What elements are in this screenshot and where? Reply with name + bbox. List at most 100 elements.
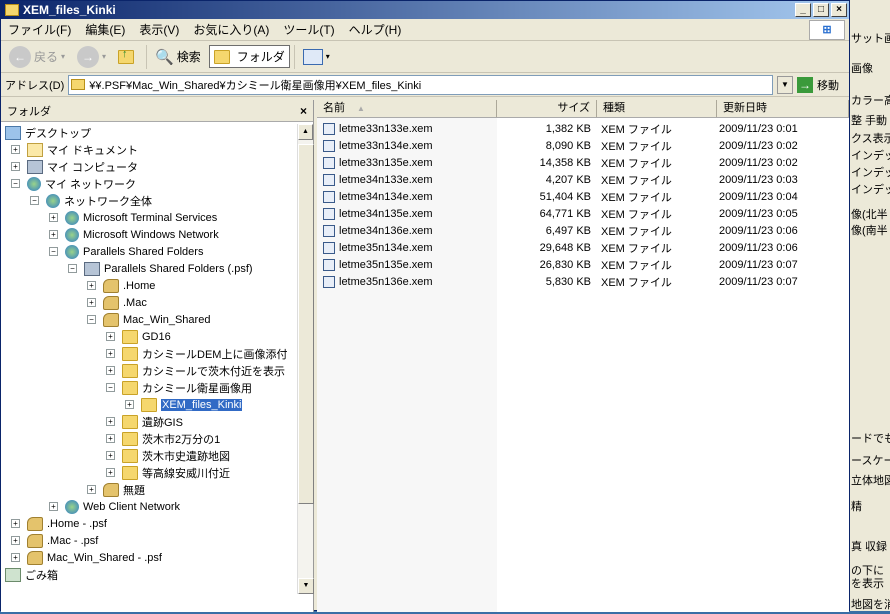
- menu-help[interactable]: ヘルプ(H): [342, 21, 409, 38]
- go-button[interactable]: → 移動: [797, 76, 845, 93]
- tree-item[interactable]: + マイ ドキュメント: [11, 141, 138, 158]
- folder-pane-title: フォルダ: [7, 105, 51, 118]
- globe-icon: [65, 499, 79, 514]
- tree-item[interactable]: + .Home - .psf: [11, 515, 107, 532]
- collapse-icon[interactable]: −: [87, 315, 96, 324]
- collapse-icon[interactable]: −: [106, 383, 115, 392]
- expand-icon[interactable]: +: [106, 468, 115, 477]
- tree-item[interactable]: + 茨木市史遺跡地図: [106, 447, 230, 464]
- computer-icon: [84, 261, 100, 276]
- expand-icon[interactable]: +: [11, 553, 20, 562]
- tree-item[interactable]: + カシミールDEM上に画像添付: [106, 345, 287, 362]
- tree-item[interactable]: + Web Client Network: [49, 498, 180, 515]
- up-folder-button[interactable]: ↑: [114, 48, 142, 66]
- expand-icon[interactable]: +: [87, 281, 96, 290]
- menu-edit[interactable]: 編集(E): [78, 21, 132, 38]
- file-row[interactable]: letme33n134e.xem 8,090 KB XEM ファイル 2009/11/…: [317, 137, 849, 154]
- expand-icon[interactable]: +: [49, 213, 58, 222]
- tree-item[interactable]: + 遺跡GIS: [106, 413, 183, 430]
- tree-item[interactable]: + .Mac - .psf: [11, 532, 98, 549]
- forward-button[interactable]: → ▾: [73, 44, 110, 70]
- expand-icon[interactable]: +: [106, 366, 115, 375]
- expand-icon[interactable]: +: [106, 332, 115, 341]
- collapse-icon[interactable]: −: [11, 179, 20, 188]
- tree-item[interactable]: − カシミール衛星画像用: [106, 379, 252, 396]
- column-name[interactable]: 名前 ▲: [317, 100, 497, 117]
- tree-item[interactable]: + Mac_Win_Shared - .psf: [11, 549, 162, 566]
- tree-item[interactable]: ごみ箱: [5, 566, 58, 583]
- menu-file[interactable]: ファイル(F): [1, 21, 78, 38]
- collapse-icon[interactable]: −: [30, 196, 39, 205]
- title-bar[interactable]: XEM_files_Kinki _ □ ×: [1, 1, 849, 19]
- folder-icon: [122, 329, 138, 344]
- menu-favorites[interactable]: お気に入り(A): [186, 21, 276, 38]
- maximize-button[interactable]: □: [813, 3, 829, 17]
- tree-item[interactable]: + XEM_files_Kinki: [125, 396, 244, 413]
- tree-item-label: .Home - .psf: [47, 517, 107, 530]
- tree-item[interactable]: + 茨木市2万分の1: [106, 430, 220, 447]
- expand-icon[interactable]: +: [106, 417, 115, 426]
- back-button[interactable]: ← 戻る ▾: [5, 44, 69, 70]
- tree-item[interactable]: − Parallels Shared Folders: [49, 243, 203, 260]
- tree-item[interactable]: デスクトップ: [5, 124, 91, 141]
- close-pane-button[interactable]: ×: [300, 104, 307, 118]
- tree-item[interactable]: − マイ ネットワーク: [11, 175, 136, 192]
- tree-item[interactable]: + マイ コンピュータ: [11, 158, 138, 175]
- expand-icon[interactable]: +: [87, 298, 96, 307]
- tree-item[interactable]: + カシミールで茨木付近を表示: [106, 362, 285, 379]
- tree-item[interactable]: + Microsoft Windows Network: [49, 226, 219, 243]
- tree-item[interactable]: + .Home: [87, 277, 155, 294]
- expand-icon[interactable]: +: [11, 519, 20, 528]
- collapse-icon[interactable]: −: [68, 264, 77, 273]
- address-path: ¥¥.PSF¥Mac_Win_Shared¥カシミール衛星画像用¥XEM_fil…: [89, 79, 422, 92]
- file-row[interactable]: letme34n135e.xem 64,771 KB XEM ファイル 2009/11…: [317, 205, 849, 222]
- search-button[interactable]: 🔍 検索: [151, 46, 205, 68]
- expand-icon[interactable]: +: [11, 536, 20, 545]
- file-date: 2009/11/23 0:03: [719, 173, 798, 186]
- expand-icon[interactable]: +: [106, 349, 115, 358]
- tree-item[interactable]: + GD16: [106, 328, 171, 345]
- expand-icon[interactable]: +: [106, 434, 115, 443]
- folders-button[interactable]: フォルダ: [208, 45, 290, 68]
- expand-icon[interactable]: +: [49, 230, 58, 239]
- close-button[interactable]: ×: [831, 3, 847, 17]
- minimize-button[interactable]: _: [795, 3, 811, 17]
- file-row[interactable]: letme35n134e.xem 29,648 KB XEM ファイル 2009/11…: [317, 239, 849, 256]
- expand-icon[interactable]: +: [125, 400, 134, 409]
- scroll-up-button[interactable]: ▲: [298, 124, 313, 140]
- file-name-text: letme34n135e.xem: [339, 207, 433, 220]
- file-row[interactable]: letme34n133e.xem 4,207 KB XEM ファイル 2009/11/…: [317, 171, 849, 188]
- tree-item[interactable]: − Parallels Shared Folders (.psf): [68, 260, 253, 277]
- views-button[interactable]: ▾: [299, 47, 334, 67]
- column-type[interactable]: 種類: [597, 100, 717, 117]
- file-type: XEM ファイル: [601, 276, 672, 289]
- tree-item[interactable]: + 等高線安威川付近: [106, 464, 230, 481]
- expand-icon[interactable]: +: [11, 162, 20, 171]
- address-input[interactable]: ¥¥.PSF¥Mac_Win_Shared¥カシミール衛星画像用¥XEM_fil…: [68, 74, 773, 95]
- file-row[interactable]: letme34n134e.xem 51,404 KB XEM ファイル 2009/11…: [317, 188, 849, 205]
- tree-item[interactable]: + Microsoft Terminal Services: [49, 209, 217, 226]
- file-row[interactable]: letme33n135e.xem 14,358 KB XEM ファイル 2009/11…: [317, 154, 849, 171]
- tree-item[interactable]: + 無題: [87, 481, 145, 498]
- file-row[interactable]: letme35n135e.xem 26,830 KB XEM ファイル 2009/11…: [317, 256, 849, 273]
- file-row[interactable]: letme35n136e.xem 5,830 KB XEM ファイル 2009/11/…: [317, 273, 849, 290]
- menu-tools[interactable]: ツール(T): [276, 21, 341, 38]
- expand-icon[interactable]: +: [106, 451, 115, 460]
- file-row[interactable]: letme33n133e.xem 1,382 KB XEM ファイル 2009/11/…: [317, 120, 849, 137]
- tree-item[interactable]: − ネットワーク全体: [30, 192, 152, 209]
- menu-view[interactable]: 表示(V): [132, 21, 186, 38]
- collapse-icon[interactable]: −: [49, 247, 58, 256]
- tree-item[interactable]: + .Mac: [87, 294, 147, 311]
- computer-icon: [27, 159, 43, 174]
- column-size[interactable]: サイズ: [497, 100, 597, 117]
- scroll-thumb[interactable]: [298, 144, 314, 504]
- tree-scrollbar[interactable]: ▲ ▼: [297, 124, 314, 594]
- scroll-down-button[interactable]: ▼: [298, 578, 314, 594]
- tree-item[interactable]: − Mac_Win_Shared: [87, 311, 210, 328]
- expand-icon[interactable]: +: [11, 145, 20, 154]
- address-dropdown-button[interactable]: ▼: [777, 75, 793, 94]
- expand-icon[interactable]: +: [87, 485, 96, 494]
- column-date[interactable]: 更新日時: [717, 100, 849, 117]
- expand-icon[interactable]: +: [49, 502, 58, 511]
- file-row[interactable]: letme34n136e.xem 6,497 KB XEM ファイル 2009/11/…: [317, 222, 849, 239]
